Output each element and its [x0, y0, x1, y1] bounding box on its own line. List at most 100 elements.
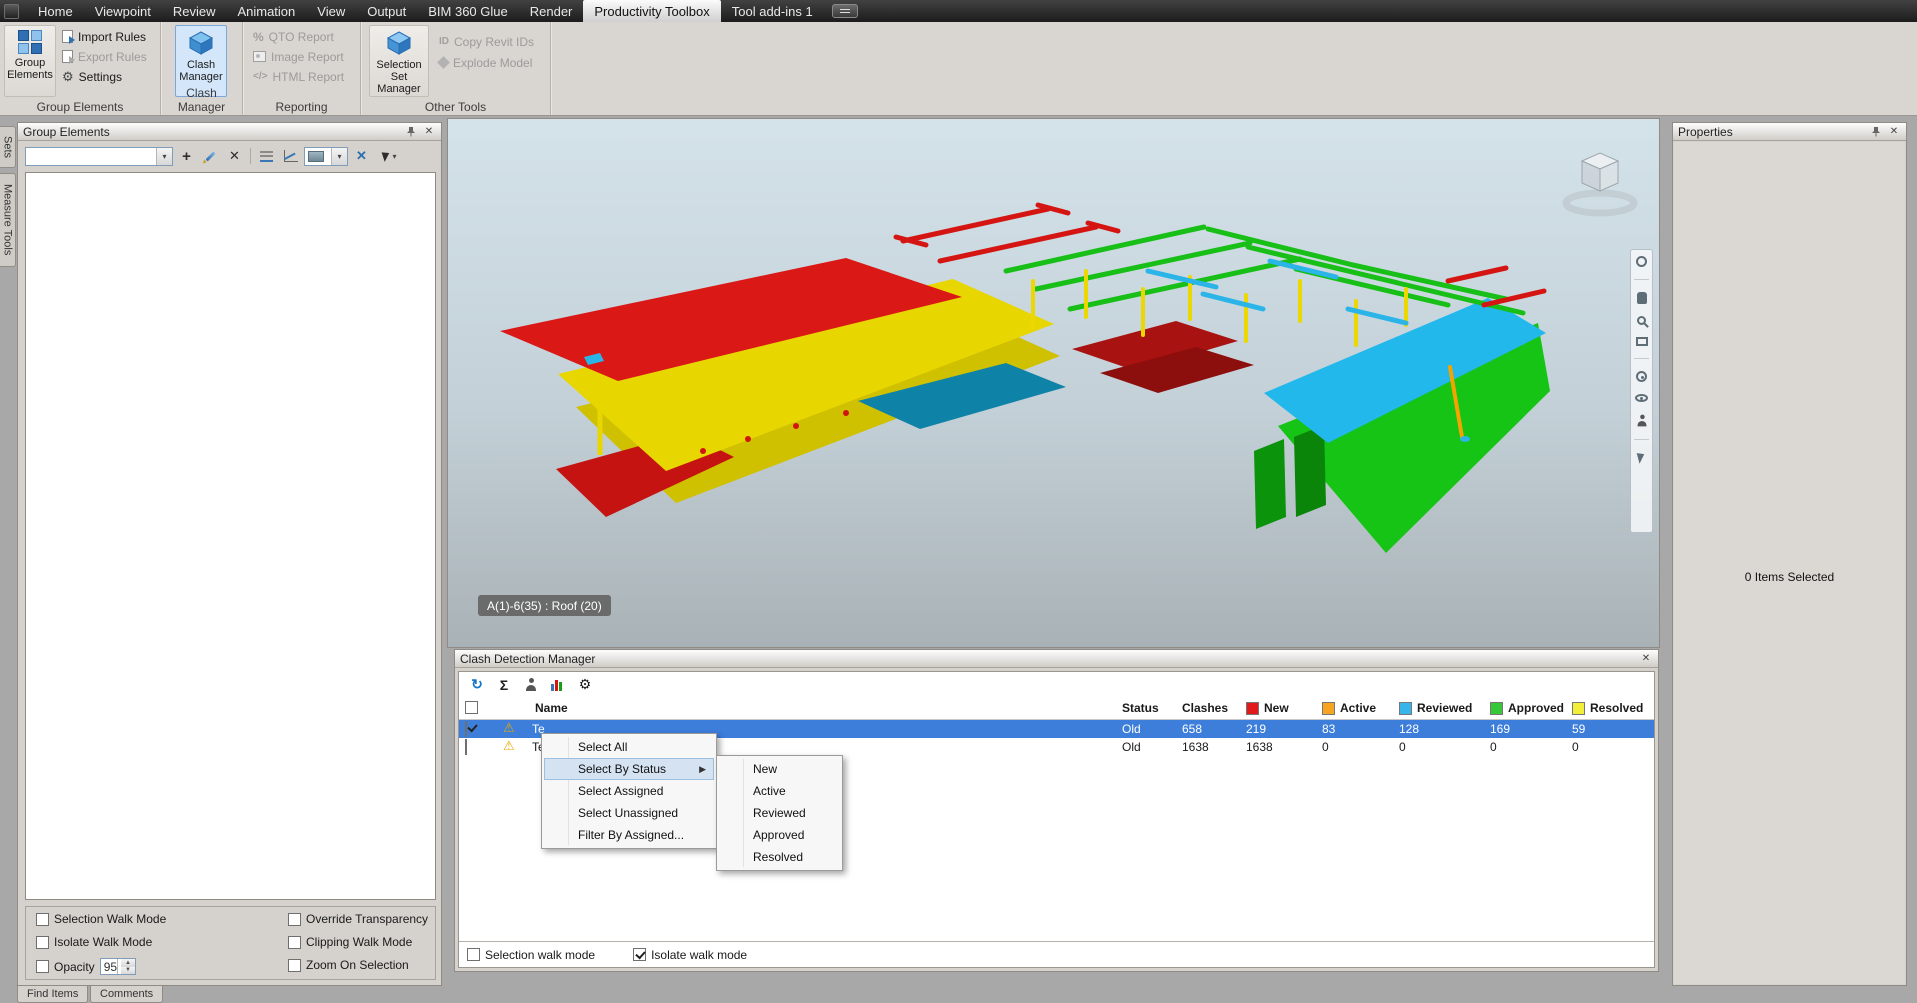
highlight-group-button[interactable] [256, 146, 277, 166]
checkbox[interactable] [288, 958, 301, 972]
tab-find-items[interactable]: Find Items [17, 986, 89, 1003]
selection-set-cube-icon [386, 31, 412, 55]
row-active: 83 [1322, 722, 1336, 736]
selection-set-manager-label: Selection Set Manager [376, 59, 422, 95]
option-override-transparency[interactable]: Override Transparency [288, 912, 428, 926]
row-new: 219 [1246, 722, 1267, 736]
explode-model-button[interactable]: Explode Model [437, 53, 534, 72]
close-icon[interactable]: ✕ [422, 125, 436, 139]
group-elements-panel-title: Group Elements [23, 124, 110, 139]
chevron-down-icon: ▾ [156, 147, 172, 165]
row-checkbox[interactable] [465, 721, 467, 737]
checkbox[interactable] [467, 948, 480, 961]
menu-tool-addins[interactable]: Tool add-ins 1 [721, 0, 824, 22]
export-rules-button[interactable]: Export Rules [62, 47, 147, 66]
group-elements-button[interactable]: Group Elements [4, 25, 56, 97]
option-isolate-walk-mode[interactable]: Isolate Walk Mode [36, 935, 152, 949]
gear-icon[interactable]: ⚙ [576, 676, 594, 694]
checkbox[interactable] [288, 935, 301, 949]
close-icon[interactable]: ✕ [1887, 125, 1901, 139]
zoom-icon[interactable] [1637, 316, 1646, 325]
copy-revit-ids-button[interactable]: ID Copy Revit IDs [439, 32, 534, 51]
menu-item-select-assigned[interactable]: Select Assigned [544, 780, 714, 802]
selection-mode-button[interactable]: ▾ [375, 146, 405, 166]
menu-view[interactable]: View [306, 0, 356, 22]
menu-home[interactable]: Home [27, 0, 84, 22]
group-select-combo[interactable]: ▾ [25, 146, 173, 166]
refresh-icon[interactable]: ↻ [468, 676, 486, 694]
menu-item-filter-by-assigned[interactable]: Filter By Assigned... [544, 824, 714, 846]
select-cursor-icon[interactable] [1636, 451, 1647, 464]
rect-zoom-icon[interactable] [1635, 337, 1648, 346]
menu-review[interactable]: Review [162, 0, 227, 22]
assign-user-icon[interactable] [522, 676, 540, 694]
walk-icon[interactable] [1636, 414, 1647, 427]
navigation-wheel-icon[interactable] [1636, 256, 1647, 267]
menu-animation[interactable]: Animation [226, 0, 306, 22]
checkbox[interactable] [288, 912, 301, 926]
submenu-item-new[interactable]: New [719, 758, 840, 780]
option-opacity[interactable]: Opacity 95 ▲ ▼ [36, 958, 136, 975]
clash-table-header: Name Status Clashes New Active Reviewed … [459, 697, 1654, 720]
color-picker-combo[interactable]: ▾ [304, 146, 348, 166]
row-checkbox[interactable] [465, 739, 467, 755]
submenu-item-reviewed[interactable]: Reviewed [719, 802, 840, 824]
opacity-input[interactable]: 95 ▲ ▼ [99, 958, 136, 975]
group-elements-panel-titlebar: Group Elements ✕ [18, 123, 441, 141]
menu-extra-icon[interactable] [831, 4, 858, 18]
checkbox[interactable] [36, 935, 49, 949]
option-clipping-walk-mode[interactable]: Clipping Walk Mode [288, 935, 412, 949]
delete-icon: ✕ [229, 148, 240, 163]
submenu-item-resolved[interactable]: Resolved [719, 846, 840, 868]
viewport-3d[interactable]: A(1)-6(35) : Roof (20) [447, 118, 1660, 648]
selection-set-manager-button[interactable]: Selection Set Manager [369, 25, 429, 97]
option-zoom-on-selection[interactable]: Zoom On Selection [288, 958, 409, 972]
gear-icon: ⚙ [62, 69, 74, 84]
tab-comments[interactable]: Comments [90, 986, 164, 1003]
side-tab-measure-tools[interactable]: Measure Tools [0, 173, 16, 267]
app-logo-icon[interactable] [4, 3, 19, 19]
edit-group-button[interactable] [200, 146, 221, 166]
opacity-spinner[interactable]: ▲ ▼ [117, 959, 135, 974]
orbit-icon[interactable] [1636, 371, 1647, 382]
settings-button[interactable]: ⚙ Settings [62, 67, 147, 86]
qto-report-button[interactable]: % QTO Report [253, 27, 344, 46]
look-around-icon[interactable] [1635, 394, 1648, 402]
zoom-to-selection-button[interactable]: ✕ [351, 146, 372, 166]
menu-output[interactable]: Output [356, 0, 417, 22]
option-selection-walk-mode[interactable]: Selection Walk Mode [36, 912, 166, 926]
menu-item-select-by-status[interactable]: Select By Status ▶ [544, 758, 714, 780]
checkbox[interactable] [36, 912, 49, 926]
menu-item-select-unassigned[interactable]: Select Unassigned [544, 802, 714, 824]
select-all-checkbox[interactable] [465, 701, 478, 714]
opacity-value: 95 [103, 959, 118, 974]
submenu-item-active[interactable]: Active [719, 780, 840, 802]
column-header-new: New [1246, 701, 1289, 715]
id-icon: ID [439, 36, 449, 47]
option-isolate-walk-mode[interactable]: Isolate walk mode [633, 948, 747, 962]
image-report-button[interactable]: Image Report [253, 47, 344, 66]
clash-manager-button-label: Clash Manager [179, 59, 223, 83]
option-selection-walk-mode[interactable]: Selection walk mode [467, 948, 595, 962]
menu-viewpoint[interactable]: Viewpoint [84, 0, 162, 22]
close-icon[interactable]: ✕ [1639, 652, 1653, 666]
pan-icon[interactable] [1636, 292, 1647, 304]
submenu-item-approved[interactable]: Approved [719, 824, 840, 846]
menu-productivity-toolbox[interactable]: Productivity Toolbox [583, 0, 721, 22]
delete-group-button[interactable]: ✕ [224, 146, 245, 166]
checkbox[interactable] [633, 948, 647, 961]
analyze-group-button[interactable] [280, 146, 301, 166]
side-tab-sets[interactable]: Sets [0, 126, 16, 168]
summary-sigma-icon[interactable]: Σ [495, 676, 513, 694]
html-report-button[interactable]: </> HTML Report [253, 67, 344, 86]
pin-icon[interactable] [1869, 125, 1883, 139]
menu-bim360glue[interactable]: BIM 360 Glue [417, 0, 519, 22]
group-list[interactable] [25, 172, 436, 900]
pin-icon[interactable] [404, 125, 418, 139]
checkbox[interactable] [36, 960, 49, 973]
menu-render[interactable]: Render [519, 0, 584, 22]
add-group-button[interactable]: + [176, 146, 197, 166]
import-rules-button[interactable]: Import Rules [62, 27, 147, 46]
chart-icon[interactable] [549, 676, 567, 694]
menu-item-select-all[interactable]: Select All [544, 736, 714, 758]
